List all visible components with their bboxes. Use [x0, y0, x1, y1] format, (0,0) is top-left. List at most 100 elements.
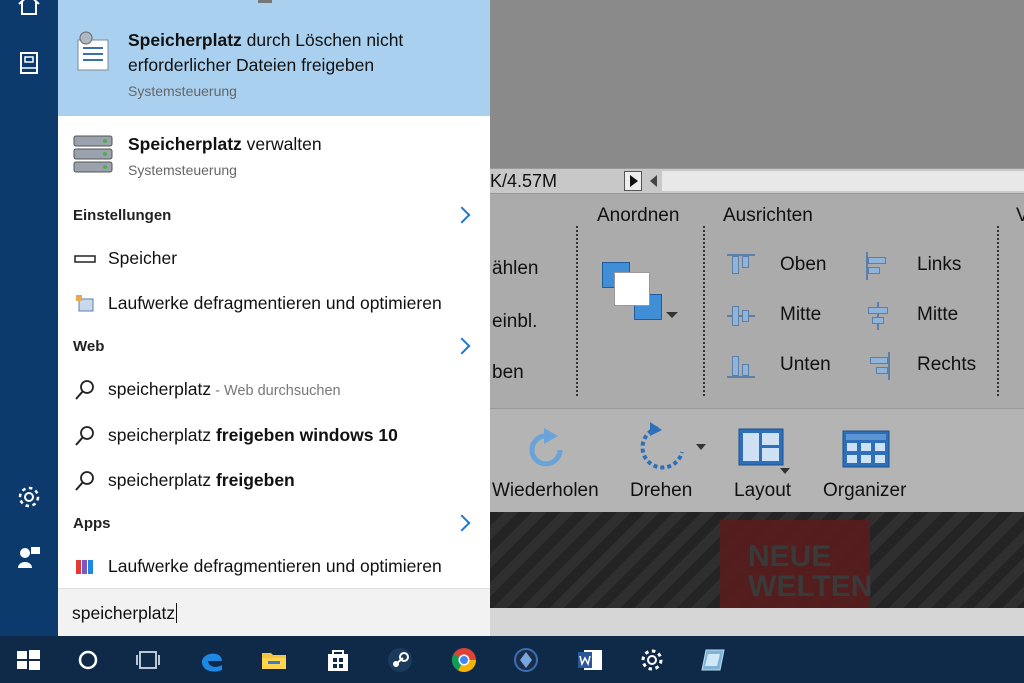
scroll-right-button[interactable]	[624, 171, 642, 191]
best-match-title-bold: Speicherplatz	[128, 30, 242, 50]
file-explorer-icon[interactable]	[260, 646, 288, 674]
settings-item-storage[interactable]: Speicher	[108, 248, 177, 269]
ribbon-separator	[703, 226, 705, 396]
best-match-result[interactable]: Speicherplatz durch Löschen nicht erford…	[58, 0, 490, 116]
web-suggestion-3-text: speicherplatz	[108, 470, 216, 490]
search-icon	[75, 471, 94, 491]
align-right-icon[interactable]	[864, 352, 892, 380]
settings-section-header: Einstellungen	[73, 207, 172, 224]
photo-text-2: WELTEN	[748, 570, 873, 603]
second-result-title-rest: verwalten	[241, 134, 322, 154]
defrag-app-icon	[76, 560, 93, 574]
align-middle-label[interactable]: Mitte	[780, 304, 821, 326]
notebook-icon[interactable]	[16, 50, 42, 76]
bottom-strip	[490, 608, 1024, 636]
web-suggestion-3-bold: freigeben	[215, 470, 295, 490]
organizer-button-label[interactable]: Organizer	[823, 480, 906, 502]
arrange-group-label: Anordnen	[597, 205, 680, 226]
best-match-subtitle: Systemsteuerung	[128, 83, 237, 99]
align-left-icon[interactable]	[864, 252, 892, 280]
rotate-icon[interactable]	[632, 422, 708, 474]
ribbon-separator	[997, 226, 999, 396]
edge-icon[interactable]	[198, 646, 226, 674]
photo-thumbnail-strip: NEUE WELTEN	[490, 512, 1024, 608]
ribbon-partial-label-1[interactable]: ählen	[492, 258, 539, 280]
search-results-panel: Speicherplatz durch Löschen nicht erford…	[58, 0, 490, 636]
web-suggestion-2-text: speicherplatz	[108, 425, 216, 445]
align-center-icon[interactable]	[864, 302, 892, 330]
text-caret	[176, 603, 178, 623]
app-result-defrag[interactable]: Laufwerke defragmentieren und optimieren	[108, 556, 442, 577]
align-bottom-icon[interactable]	[727, 352, 755, 380]
cortana-search-icon[interactable]	[74, 646, 102, 674]
align-bottom-label[interactable]: Unten	[780, 354, 831, 376]
start-menu-rail	[0, 0, 58, 636]
web-suggestion-1-text: speicherplatz	[108, 379, 212, 399]
status-scrollbar: K/4.57M	[490, 168, 1024, 194]
chrome-icon[interactable]	[450, 646, 478, 674]
web-section-chevron-icon[interactable]	[453, 337, 471, 355]
organizer-icon[interactable]	[842, 430, 890, 470]
divider	[258, 0, 272, 3]
align-right-label[interactable]: Rechts	[917, 354, 976, 376]
layout-icon[interactable]	[738, 428, 794, 474]
scroll-left-icon[interactable]	[650, 175, 657, 187]
task-view-icon[interactable]	[134, 646, 162, 674]
web-section-header: Web	[73, 338, 105, 355]
search-icon	[75, 380, 94, 400]
web-suggestion-1-hint: - Web durchsuchen	[211, 383, 341, 399]
align-group-label: Ausrichten	[723, 205, 813, 226]
scrollbar-track[interactable]	[662, 171, 1024, 191]
align-center-label[interactable]: Mitte	[917, 304, 958, 326]
redo-icon[interactable]	[524, 424, 570, 470]
second-result-title: Speicherplatz verwalten	[128, 132, 322, 157]
word-icon[interactable]	[576, 646, 604, 674]
windows-start-icon[interactable]	[14, 646, 42, 674]
redo-button-label[interactable]: Wiederholen	[492, 480, 599, 502]
best-match-title: Speicherplatz durch Löschen nicht erford…	[128, 28, 403, 78]
search-query-text: speicherplatz	[72, 603, 176, 623]
file-size-text: K/4.57M	[490, 171, 558, 191]
feedback-icon[interactable]	[16, 544, 42, 570]
layout-button-label[interactable]: Layout	[734, 480, 791, 502]
arrange-icon[interactable]	[602, 262, 678, 324]
taskbar	[0, 636, 1024, 683]
defrag-icon	[76, 295, 94, 312]
photo-text-1: NEUE	[748, 540, 832, 573]
storage-icon	[74, 255, 96, 263]
settings-item-defrag[interactable]: Laufwerke defragmentieren und optimieren	[108, 293, 442, 314]
ribbon-separator	[576, 226, 578, 396]
search-input[interactable]: speicherplatz	[72, 603, 178, 624]
web-suggestion-1[interactable]: speicherplatz - Web durchsuchen	[108, 379, 341, 400]
search-icon	[75, 426, 94, 446]
ribbon-partial-label-3[interactable]: ben	[492, 362, 524, 384]
disk-cleanup-icon	[77, 31, 109, 71]
rotate-button-label[interactable]: Drehen	[630, 480, 692, 502]
ribbon-partial-label-2[interactable]: einbl.	[492, 311, 537, 333]
settings-gear-icon[interactable]	[16, 484, 42, 510]
app2-icon[interactable]	[700, 646, 728, 674]
settings-section-chevron-icon[interactable]	[453, 206, 471, 224]
web-suggestion-2-bold: freigeben windows 10	[215, 425, 398, 445]
home-icon[interactable]	[16, 0, 42, 18]
app-icon[interactable]	[512, 646, 540, 674]
settings-icon[interactable]	[638, 646, 666, 674]
align-middle-icon[interactable]	[727, 302, 755, 330]
align-left-label[interactable]: Links	[917, 254, 961, 276]
align-top-label[interactable]: Oben	[780, 254, 826, 276]
store-icon[interactable]	[324, 646, 352, 674]
web-suggestion-2[interactable]: speicherplatz freigeben windows 10	[108, 425, 398, 446]
best-match-title-line2: erforderlicher Dateien freigeben	[128, 55, 375, 75]
canvas-area	[490, 0, 1024, 168]
best-match-title-rest: durch Löschen nicht	[241, 30, 404, 50]
apps-section-header: Apps	[73, 515, 111, 532]
ribbon-partial-group-label: V	[1016, 205, 1024, 226]
second-result-subtitle: Systemsteuerung	[128, 162, 237, 178]
storage-spaces-icon	[73, 135, 113, 173]
web-suggestion-3[interactable]: speicherplatz freigeben	[108, 470, 295, 491]
second-result[interactable]: Speicherplatz verwalten Systemsteuerung	[58, 118, 490, 190]
search-box[interactable]: speicherplatz	[58, 588, 490, 636]
apps-section-chevron-icon[interactable]	[453, 514, 471, 532]
align-top-icon[interactable]	[727, 252, 755, 280]
steam-icon[interactable]	[386, 646, 414, 674]
